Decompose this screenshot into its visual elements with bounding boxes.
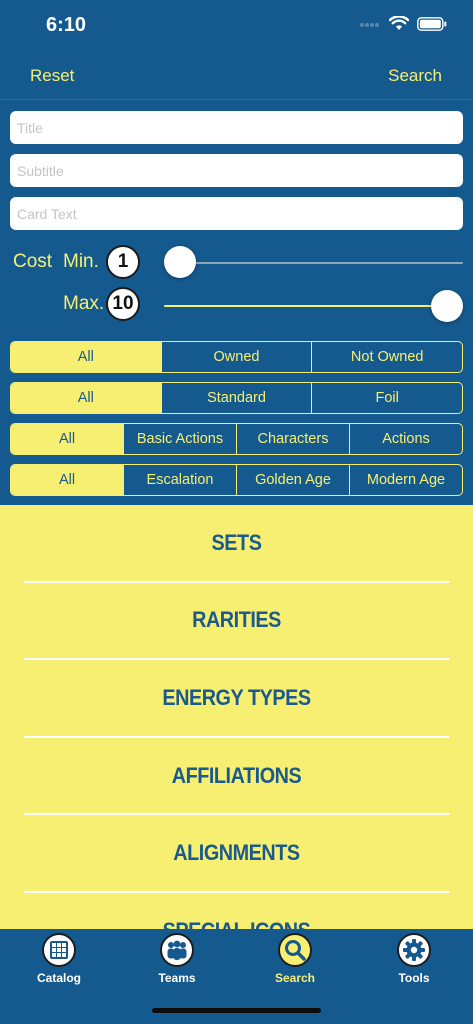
search-icon: [278, 933, 312, 967]
category-sets[interactable]: SETS: [23, 505, 450, 583]
tab-tools-label: Tools: [398, 971, 430, 985]
tab-catalog-label: Catalog: [36, 971, 81, 985]
tab-search[interactable]: Search: [245, 933, 345, 985]
status-time: 6:10: [46, 14, 87, 36]
cost-min-slider-knob[interactable]: [164, 246, 196, 278]
cost-min-value: 1: [117, 251, 129, 272]
grid-icon: [42, 933, 76, 967]
card-text-field[interactable]: [10, 197, 463, 230]
category-alignments[interactable]: ALIGNMENTS: [23, 815, 450, 893]
cost-max-value: 10: [112, 293, 134, 314]
nav-bar: Reset Search: [0, 56, 473, 100]
cost-min-label: Min.: [63, 251, 99, 272]
search-button[interactable]: Search: [388, 66, 442, 86]
reset-button[interactable]: Reset: [30, 66, 74, 86]
title-field[interactable]: [10, 111, 463, 144]
segment-characters[interactable]: Characters: [236, 424, 349, 454]
cost-max-label: Max.: [63, 293, 105, 314]
category-energy-types[interactable]: ENERGY TYPES: [23, 660, 450, 738]
segment-golden-age[interactable]: Golden Age: [236, 465, 349, 495]
subtitle-field[interactable]: [10, 154, 463, 187]
signal-icon: [360, 22, 379, 27]
segment-basic-actions[interactable]: Basic Actions: [123, 424, 236, 454]
status-bar: 6:10: [0, 0, 473, 50]
tab-tools[interactable]: Tools: [364, 933, 464, 985]
category-special-icons[interactable]: SPECIAL ICONS: [24, 893, 450, 929]
battery-icon: [417, 16, 447, 31]
tab-search-label: Search: [274, 971, 316, 985]
category-affiliations[interactable]: AFFILIATIONS: [23, 738, 450, 816]
status-icons: [359, 16, 447, 31]
cost-min-value-badge: 1: [106, 245, 140, 279]
segment-ownership-all[interactable]: All: [11, 342, 161, 372]
card-type-segmented-control: All Basic Actions Characters Actions: [10, 423, 463, 455]
segment-standard[interactable]: Standard: [160, 383, 312, 413]
cost-max-slider-knob[interactable]: [431, 290, 463, 322]
segment-foil[interactable]: Foil: [311, 383, 462, 413]
segment-modern-age[interactable]: Modern Age: [349, 465, 462, 495]
finish-segmented-control: All Standard Foil: [10, 382, 463, 414]
cost-label: Cost: [13, 251, 53, 272]
segment-not-owned[interactable]: Not Owned: [311, 342, 462, 372]
cost-max-value-badge: 10: [106, 287, 140, 321]
segment-actions[interactable]: Actions: [349, 424, 462, 454]
segment-owned[interactable]: Owned: [160, 342, 312, 372]
gear-icon: [397, 933, 431, 967]
tab-teams[interactable]: Teams: [127, 933, 227, 985]
segment-escalation[interactable]: Escalation: [123, 465, 236, 495]
wifi-icon: [389, 16, 409, 30]
people-icon: [160, 933, 194, 967]
category-list-inner: SETS RARITIES ENERGY TYPES AFFILIATIONS …: [0, 505, 473, 929]
format-segmented-control: All Escalation Golden Age Modern Age: [10, 464, 463, 496]
segment-format-all[interactable]: All: [11, 465, 123, 495]
segment-type-all[interactable]: All: [11, 424, 123, 454]
category-rarities[interactable]: RARITIES: [23, 583, 450, 661]
tab-catalog[interactable]: Catalog: [9, 933, 109, 985]
cost-max-slider-track: [164, 305, 463, 307]
segment-finish-all[interactable]: All: [11, 383, 161, 413]
ownership-segmented-control: All Owned Not Owned: [10, 341, 463, 373]
category-list: SETS RARITIES ENERGY TYPES AFFILIATIONS …: [0, 505, 473, 929]
home-indicator: [152, 1008, 321, 1013]
tab-teams-label: Teams: [158, 971, 196, 985]
cost-min-slider-track: [164, 262, 463, 264]
